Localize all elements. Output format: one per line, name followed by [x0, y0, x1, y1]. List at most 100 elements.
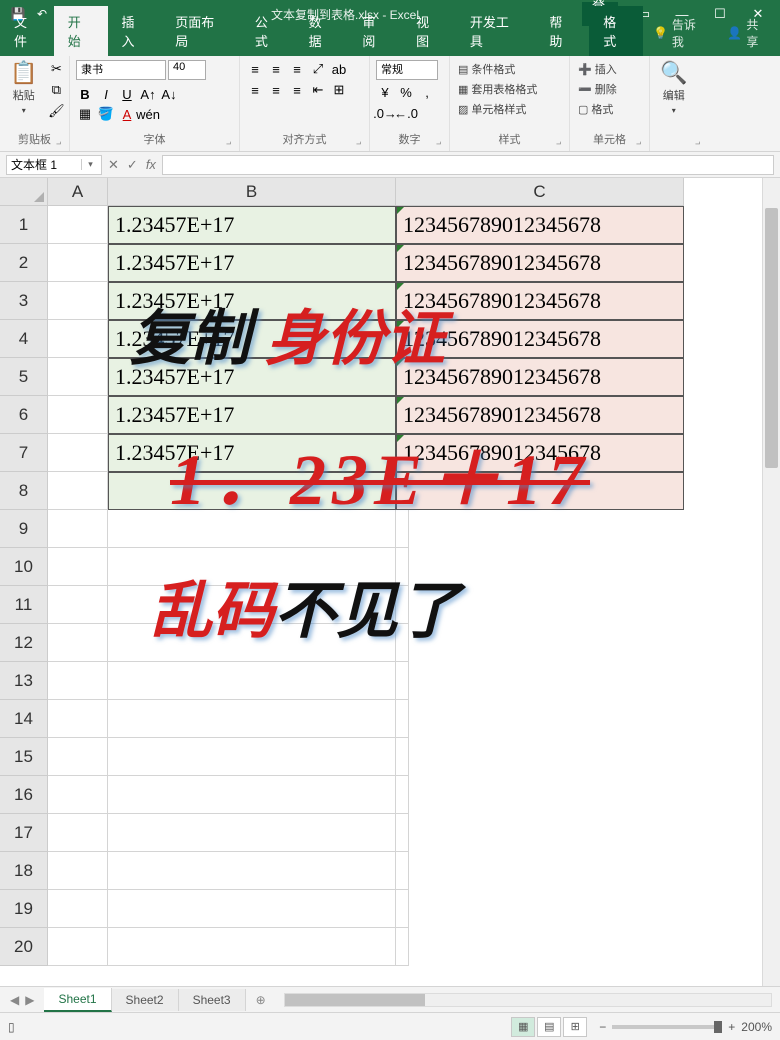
- sheet-tab-2[interactable]: Sheet2: [112, 989, 179, 1011]
- border-icon[interactable]: ▦: [76, 105, 94, 123]
- cell-A16[interactable]: [48, 776, 108, 814]
- editing-button[interactable]: 🔍编辑▾: [656, 60, 691, 117]
- font-size-select[interactable]: 40: [168, 60, 206, 80]
- conditional-format-button[interactable]: ▤条件格式: [456, 60, 517, 78]
- cell-B11[interactable]: [108, 586, 396, 624]
- italic-icon[interactable]: I: [97, 85, 115, 103]
- row-header-13[interactable]: 13: [0, 662, 48, 700]
- cell-A20[interactable]: [48, 928, 108, 966]
- add-sheet-button[interactable]: ⊕: [246, 989, 276, 1011]
- row-header-18[interactable]: 18: [0, 852, 48, 890]
- cell-C5[interactable]: 123456789012345678: [396, 358, 684, 396]
- cell-A19[interactable]: [48, 890, 108, 928]
- zoom-in-icon[interactable]: +: [728, 1020, 735, 1034]
- row-header-7[interactable]: 7: [0, 434, 48, 472]
- cell-B7[interactable]: 1.23457E+17: [108, 434, 396, 472]
- format-painter-icon[interactable]: 🖌: [47, 102, 65, 120]
- align-center-icon[interactable]: ≡: [267, 81, 285, 99]
- cell-C2[interactable]: 123456789012345678: [396, 244, 684, 282]
- merge-icon[interactable]: ⊞: [330, 81, 348, 99]
- cell-B1[interactable]: 1.23457E+17: [108, 206, 396, 244]
- cut-icon[interactable]: ✂: [47, 60, 65, 78]
- copy-icon[interactable]: ⧉: [47, 81, 65, 99]
- increase-decimal-icon[interactable]: .0→: [376, 104, 394, 122]
- bold-icon[interactable]: B: [76, 85, 94, 103]
- vertical-scrollbar[interactable]: [762, 178, 780, 986]
- row-header-17[interactable]: 17: [0, 814, 48, 852]
- format-cells-button[interactable]: ▢格式: [576, 100, 615, 118]
- cell-C18[interactable]: [396, 852, 409, 890]
- percent-icon[interactable]: %: [397, 83, 415, 101]
- cell-A18[interactable]: [48, 852, 108, 890]
- row-header-20[interactable]: 20: [0, 928, 48, 966]
- cell-C1[interactable]: 123456789012345678: [396, 206, 684, 244]
- row-header-11[interactable]: 11: [0, 586, 48, 624]
- row-header-10[interactable]: 10: [0, 548, 48, 586]
- align-left-icon[interactable]: ≡: [246, 81, 264, 99]
- paste-button[interactable]: 📋粘贴▾: [6, 60, 41, 117]
- cell-B8[interactable]: [108, 472, 396, 510]
- comma-icon[interactable]: ,: [418, 83, 436, 101]
- cell-A4[interactable]: [48, 320, 108, 358]
- cell-A14[interactable]: [48, 700, 108, 738]
- row-header-14[interactable]: 14: [0, 700, 48, 738]
- row-header-2[interactable]: 2: [0, 244, 48, 282]
- wrap-text-icon[interactable]: ab: [330, 60, 348, 78]
- cell-C10[interactable]: [396, 548, 409, 586]
- cell-C14[interactable]: [396, 700, 409, 738]
- cell-A10[interactable]: [48, 548, 108, 586]
- cell-A15[interactable]: [48, 738, 108, 776]
- cell-A2[interactable]: [48, 244, 108, 282]
- column-header-B[interactable]: B: [108, 178, 396, 206]
- cell-C9[interactable]: [396, 510, 409, 548]
- cell-C17[interactable]: [396, 814, 409, 852]
- cell-C4[interactable]: 123456789012345678: [396, 320, 684, 358]
- increase-font-icon[interactable]: A↑: [139, 85, 157, 103]
- formula-input[interactable]: [162, 155, 774, 175]
- cell-A7[interactable]: [48, 434, 108, 472]
- sheet-nav[interactable]: ◀▶: [0, 993, 44, 1007]
- cells-area[interactable]: 1.23457E+171234567890123456781.23457E+17…: [48, 206, 762, 986]
- page-layout-view-icon[interactable]: ▤: [537, 1017, 561, 1037]
- page-break-view-icon[interactable]: ⊞: [563, 1017, 587, 1037]
- cell-C19[interactable]: [396, 890, 409, 928]
- cell-B10[interactable]: [108, 548, 396, 586]
- prev-sheet-icon[interactable]: ◀: [10, 993, 19, 1007]
- row-header-9[interactable]: 9: [0, 510, 48, 548]
- cell-C3[interactable]: 123456789012345678: [396, 282, 684, 320]
- align-top-icon[interactable]: ≡: [246, 60, 264, 78]
- cell-B13[interactable]: [108, 662, 396, 700]
- cell-A6[interactable]: [48, 396, 108, 434]
- table-format-button[interactable]: ▦套用表格格式: [456, 80, 539, 98]
- decrease-indent-icon[interactable]: ⇤: [309, 81, 327, 99]
- cell-A13[interactable]: [48, 662, 108, 700]
- cell-B17[interactable]: [108, 814, 396, 852]
- tab-file[interactable]: 文件: [0, 6, 54, 56]
- sheet-tab-1[interactable]: Sheet1: [44, 988, 111, 1012]
- cell-B6[interactable]: 1.23457E+17: [108, 396, 396, 434]
- insert-cells-button[interactable]: ➕插入: [576, 60, 619, 78]
- cell-B19[interactable]: [108, 890, 396, 928]
- cell-C13[interactable]: [396, 662, 409, 700]
- cell-A11[interactable]: [48, 586, 108, 624]
- cell-B2[interactable]: 1.23457E+17: [108, 244, 396, 282]
- row-header-4[interactable]: 4: [0, 320, 48, 358]
- sheet-tab-3[interactable]: Sheet3: [179, 989, 246, 1011]
- cell-C20[interactable]: [396, 928, 409, 966]
- select-all-button[interactable]: [0, 178, 48, 206]
- cell-A12[interactable]: [48, 624, 108, 662]
- align-middle-icon[interactable]: ≡: [267, 60, 285, 78]
- cell-C12[interactable]: [396, 624, 409, 662]
- record-macro-icon[interactable]: ▯: [8, 1020, 15, 1034]
- cell-A17[interactable]: [48, 814, 108, 852]
- cell-A3[interactable]: [48, 282, 108, 320]
- fx-icon[interactable]: fx: [146, 157, 156, 173]
- zoom-out-icon[interactable]: −: [599, 1020, 606, 1034]
- row-header-8[interactable]: 8: [0, 472, 48, 510]
- row-header-6[interactable]: 6: [0, 396, 48, 434]
- row-header-1[interactable]: 1: [0, 206, 48, 244]
- cell-B5[interactable]: 1.23457E+17: [108, 358, 396, 396]
- underline-icon[interactable]: U: [118, 85, 136, 103]
- cell-B4[interactable]: 1.23457E+17: [108, 320, 396, 358]
- cell-C6[interactable]: 123456789012345678: [396, 396, 684, 434]
